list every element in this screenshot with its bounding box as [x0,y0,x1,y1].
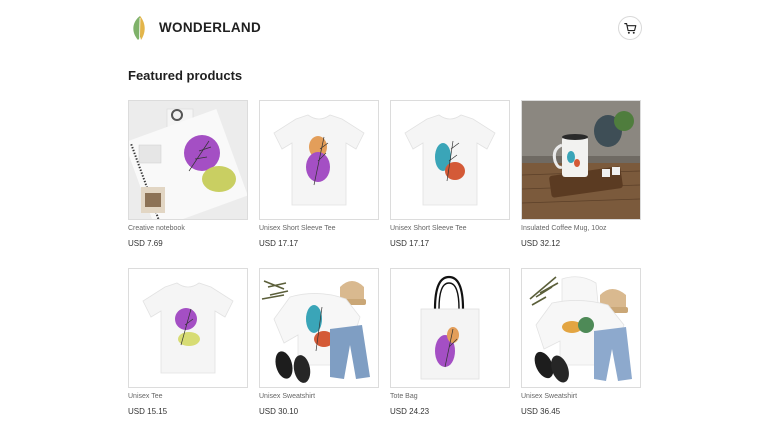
product-price: USD 36.45 [521,407,561,416]
product-image-sweatshirt[interactable] [259,268,379,388]
product-card[interactable]: Insulated Coffee Mug, 10oz USD 32.12 [521,100,641,248]
brand-name[interactable]: WONDERLAND [159,20,261,35]
product-image-tee[interactable] [259,100,379,220]
product-image-tee[interactable] [128,268,248,388]
product-card[interactable]: Tote Bag USD 24.23 [390,268,510,416]
product-name[interactable]: Creative notebook [128,225,248,232]
product-card[interactable]: Unisex Short Sleeve Tee USD 17.17 [259,100,379,248]
product-card[interactable]: Unisex Sweatshirt USD 36.45 [521,268,641,416]
product-name[interactable]: Tote Bag [390,393,510,400]
product-price: USD 24.23 [390,407,430,416]
product-image-tote[interactable] [390,268,510,388]
product-image-sweatshirt[interactable] [521,268,641,388]
product-name[interactable]: Unisex Short Sleeve Tee [390,225,510,232]
leaf-logo-icon[interactable] [128,14,152,42]
product-price: USD 17.17 [259,239,299,248]
product-name[interactable]: Unisex Tee [128,393,248,400]
product-price: USD 17.17 [390,239,430,248]
product-name[interactable]: Unisex Sweatshirt [521,393,641,400]
product-price: USD 32.12 [521,239,561,248]
product-name[interactable]: Insulated Coffee Mug, 10oz [521,225,641,232]
product-name[interactable]: Unisex Sweatshirt [259,393,379,400]
site-header: WONDERLAND [128,14,642,42]
product-image-notebook[interactable] [128,100,248,220]
product-image-tee[interactable] [390,100,510,220]
product-image-mug[interactable] [521,100,641,220]
product-card[interactable]: Unisex Sweatshirt USD 30.10 [259,268,379,416]
product-card[interactable]: Creative notebook USD 7.69 [128,100,248,248]
product-card[interactable]: Unisex Short Sleeve Tee USD 17.17 [390,100,510,248]
product-name[interactable]: Unisex Short Sleeve Tee [259,225,379,232]
product-price: USD 15.15 [128,407,168,416]
cart-button[interactable] [618,16,642,40]
section-title: Featured products [128,68,243,83]
shopping-cart-icon [623,22,636,34]
product-card[interactable]: Unisex Tee USD 15.15 [128,268,248,416]
product-price: USD 7.69 [128,239,163,248]
product-price: USD 30.10 [259,407,299,416]
